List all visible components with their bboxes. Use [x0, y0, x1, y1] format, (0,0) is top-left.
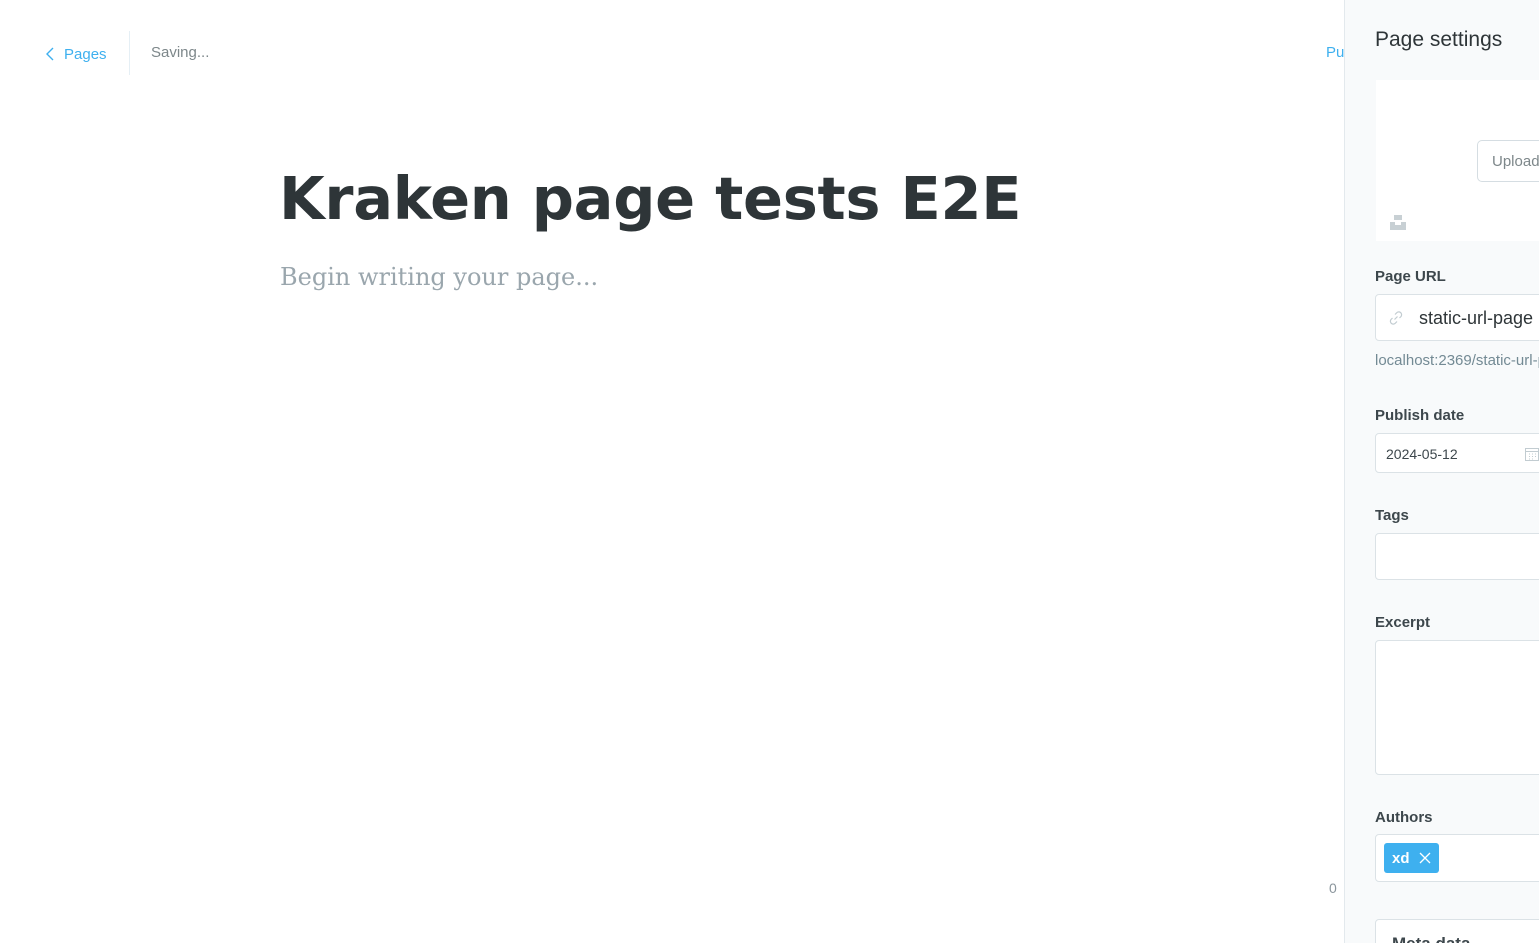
meta-data-section[interactable]: Meta data — [1375, 919, 1539, 943]
page-url-preview: localhost:2369/static-url-page/ — [1375, 352, 1539, 369]
word-count: 0 — [1329, 880, 1337, 896]
editor-header: Pages Saving... Publish — [0, 0, 1344, 108]
excerpt-label: Excerpt — [1375, 614, 1431, 631]
back-to-pages-link[interactable]: Pages — [42, 42, 107, 66]
page-url-label: Page URL — [1375, 268, 1446, 285]
publish-date-input[interactable]: 2024-05-12 — [1375, 433, 1539, 473]
tags-input[interactable] — [1375, 533, 1539, 580]
link-icon — [1389, 311, 1403, 325]
remove-author-icon[interactable] — [1419, 852, 1431, 864]
unsplash-icon[interactable] — [1389, 213, 1407, 231]
page-settings-panel: Page settings Upload Page URL static-url… — [1344, 0, 1539, 943]
publish-date-label: Publish date — [1375, 407, 1465, 424]
author-name: xd — [1392, 849, 1410, 867]
page-url-value: static-url-page — [1419, 308, 1534, 328]
chevron-left-icon — [46, 47, 54, 61]
editor-area: Pages Saving... Publish Kraken page test… — [0, 0, 1344, 943]
publish-button[interactable]: Publish — [1326, 44, 1344, 61]
save-status: Saving... — [151, 44, 210, 61]
page-title-input[interactable]: Kraken page tests E2E — [279, 164, 1022, 233]
meta-data-label: Meta data — [1392, 934, 1470, 943]
feature-image-box: Upload — [1376, 80, 1539, 241]
back-link-label: Pages — [64, 45, 107, 63]
panel-title: Page settings — [1375, 28, 1503, 51]
author-token[interactable]: xd — [1384, 843, 1439, 873]
publish-date-value: 2024-05-12 — [1386, 446, 1458, 462]
calendar-icon[interactable] — [1524, 446, 1539, 462]
authors-input[interactable]: xd — [1375, 834, 1539, 882]
header-divider — [129, 31, 130, 75]
excerpt-textarea[interactable] — [1375, 640, 1539, 775]
authors-label: Authors — [1375, 809, 1433, 826]
page-body-editor[interactable]: Begin writing your page... — [280, 263, 598, 291]
page-url-input[interactable]: static-url-page — [1375, 294, 1539, 341]
upload-image-button[interactable]: Upload — [1477, 140, 1539, 182]
tags-label: Tags — [1375, 507, 1409, 524]
